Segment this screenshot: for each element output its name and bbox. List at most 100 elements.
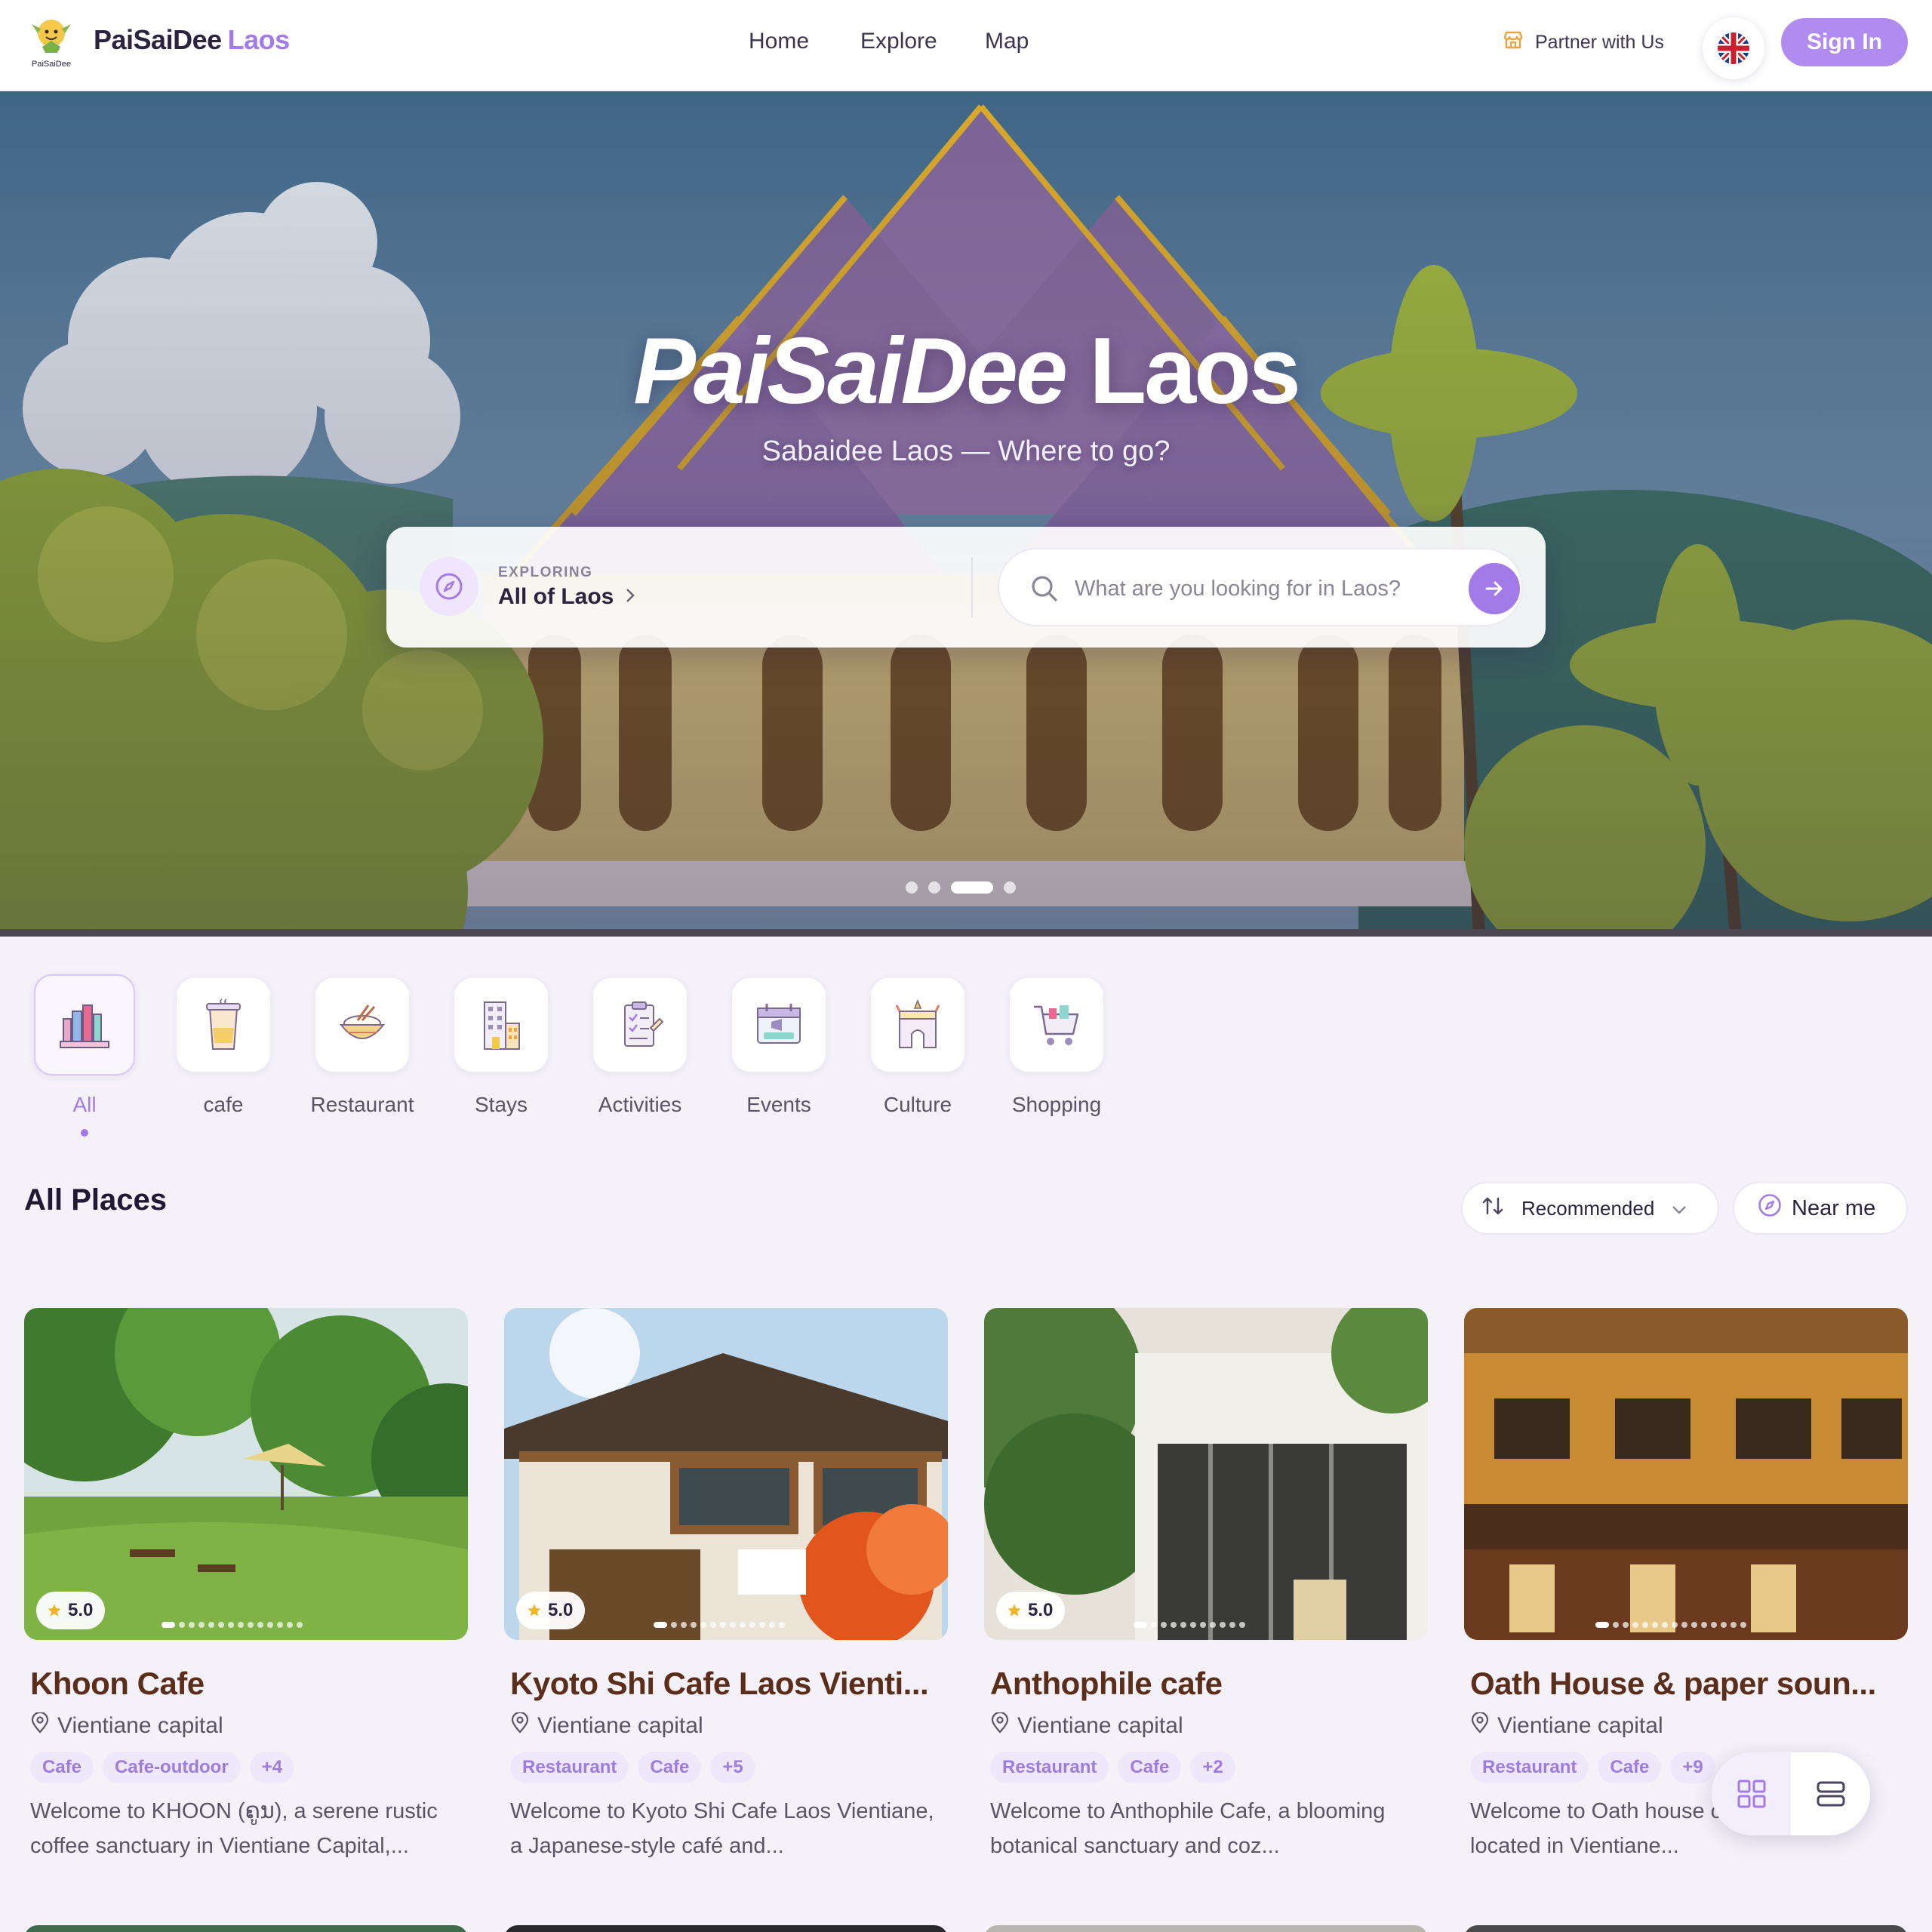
- image-dots: [162, 1622, 303, 1628]
- category-icon-box: [34, 974, 135, 1075]
- tag-more[interactable]: +5: [710, 1752, 755, 1783]
- location-value: All of Laos: [498, 584, 614, 609]
- near-me-button[interactable]: Near me: [1733, 1182, 1908, 1235]
- place-location: Vientiane capital: [510, 1711, 948, 1740]
- carousel-dot[interactable]: [928, 881, 940, 894]
- rating-value: 5.0: [68, 1600, 94, 1620]
- place-title[interactable]: Anthophile cafe: [990, 1666, 1422, 1702]
- category-stays[interactable]: Stays: [454, 978, 548, 1117]
- location-text: Vientiane capital: [1497, 1713, 1663, 1738]
- place-card-next-row: [1464, 1925, 1908, 1932]
- tag[interactable]: Cafe: [30, 1752, 94, 1783]
- exploring-label: EXPLORING: [498, 565, 593, 580]
- nav-home[interactable]: Home: [749, 29, 809, 54]
- carousel-dots: [906, 881, 1016, 894]
- location-selector[interactable]: All of Laos: [498, 584, 636, 610]
- list-view-button[interactable]: [1791, 1752, 1870, 1835]
- image-dots: [654, 1622, 785, 1628]
- category-events[interactable]: Events: [732, 978, 826, 1117]
- brand-main: PaiSaiDee: [94, 24, 222, 55]
- place-card-next-row: [504, 1925, 948, 1932]
- sort-dropdown[interactable]: Recommended: [1461, 1182, 1719, 1235]
- rating-value: 5.0: [548, 1600, 574, 1620]
- store-icon: [1502, 29, 1524, 57]
- place-photo: [24, 1308, 468, 1640]
- grid-view-button[interactable]: [1712, 1752, 1791, 1835]
- map-pin-icon: [30, 1711, 50, 1740]
- tag[interactable]: Cafe: [1118, 1752, 1182, 1783]
- map-pin-icon: [510, 1711, 530, 1740]
- books-icon: [60, 1004, 109, 1048]
- category-icon-box: [454, 978, 548, 1072]
- divider: [971, 557, 973, 617]
- tag-more[interactable]: +2: [1190, 1752, 1235, 1783]
- tag-more[interactable]: +4: [249, 1752, 295, 1783]
- search-input[interactable]: [1075, 572, 1437, 605]
- tag[interactable]: Cafe-outdoor: [103, 1752, 241, 1783]
- place-image-carousel[interactable]: 5.0: [504, 1308, 948, 1640]
- tag[interactable]: Restaurant: [990, 1752, 1109, 1783]
- rating-badge: 5.0: [516, 1592, 586, 1629]
- category-cafe[interactable]: cafe: [177, 978, 270, 1117]
- hero-banner: PaiSaiDee Laos Sabaidee Laos — Where to …: [0, 91, 1932, 937]
- tag[interactable]: Restaurant: [1470, 1752, 1589, 1783]
- brand-accent: Laos: [227, 24, 291, 55]
- category-label: Activities: [598, 1093, 682, 1116]
- shopping-cart-icon: [1034, 1005, 1079, 1045]
- search-submit-button[interactable]: [1469, 563, 1520, 614]
- star-icon: [47, 1603, 62, 1618]
- carousel-dot[interactable]: [906, 881, 918, 894]
- place-card[interactable]: 5.0 Kyoto Shi Cafe Laos Vienti... Vienti…: [504, 1308, 948, 1863]
- carousel-dot[interactable]: [1004, 881, 1016, 894]
- brand-name[interactable]: PaiSaiDee Laos: [94, 24, 290, 56]
- place-image-carousel[interactable]: [1464, 1308, 1908, 1640]
- tag[interactable]: Restaurant: [510, 1752, 629, 1783]
- category-icon-box: [732, 978, 826, 1072]
- category-icon-box: [177, 978, 270, 1072]
- place-description: Welcome to KHOON (ຄູນ), a serene rustic …: [30, 1799, 438, 1858]
- rating-badge: 5.0: [996, 1592, 1066, 1629]
- category-icon-box: [1010, 978, 1103, 1072]
- hero-title-main: PaiSaiDee: [633, 319, 1068, 423]
- category-label: cafe: [203, 1093, 244, 1116]
- location-text: Vientiane capital: [57, 1713, 223, 1738]
- language-switcher[interactable]: [1703, 17, 1764, 79]
- place-card[interactable]: 5.0 Anthophile cafe Vientiane capital Re…: [984, 1308, 1428, 1863]
- active-indicator: [81, 1129, 88, 1137]
- partner-with-us-link[interactable]: Partner with Us: [1502, 29, 1664, 57]
- star-icon: [527, 1603, 542, 1618]
- nav-map[interactable]: Map: [985, 29, 1029, 54]
- tag-more[interactable]: +9: [1670, 1752, 1715, 1783]
- compass-icon[interactable]: [420, 557, 478, 616]
- carousel-dot-active[interactable]: [951, 881, 993, 894]
- place-title[interactable]: Oath House & paper soun...: [1470, 1666, 1902, 1702]
- place-title[interactable]: Kyoto Shi Cafe Laos Vienti...: [510, 1666, 942, 1702]
- rating-badge: 5.0: [36, 1592, 106, 1629]
- place-image-carousel[interactable]: 5.0: [984, 1308, 1428, 1640]
- logo[interactable]: PaiSaiDee: [27, 14, 75, 71]
- rice-bowl-icon: [339, 1004, 386, 1039]
- search-box: [998, 548, 1523, 626]
- category-activities[interactable]: Activities: [593, 978, 687, 1117]
- logo-caption: PaiSaiDee: [32, 60, 71, 69]
- category-culture[interactable]: Culture: [871, 978, 964, 1117]
- category-label: Events: [746, 1093, 811, 1116]
- nav-explore[interactable]: Explore: [860, 29, 937, 54]
- hero-search-panel: EXPLORING All of Laos: [386, 527, 1546, 648]
- tag[interactable]: Cafe: [1598, 1752, 1662, 1783]
- category-icon-box: [593, 978, 687, 1072]
- category-label: All: [72, 1093, 97, 1116]
- tag-list: Cafe Cafe-outdoor +4: [30, 1752, 468, 1783]
- category-restaurant[interactable]: Restaurant: [311, 978, 414, 1117]
- tag[interactable]: Cafe: [638, 1752, 702, 1783]
- location-text: Vientiane capital: [537, 1713, 703, 1738]
- place-card-next-row: [24, 1925, 468, 1932]
- image-dots: [1595, 1622, 1746, 1628]
- place-title[interactable]: Khoon Cafe: [30, 1666, 462, 1702]
- hero-title-accent: Laos: [1089, 319, 1300, 423]
- category-shopping[interactable]: Shopping: [1010, 978, 1103, 1117]
- category-all[interactable]: All: [34, 974, 135, 1137]
- sign-in-button[interactable]: Sign In: [1781, 18, 1908, 66]
- place-card[interactable]: 5.0 Khoon Cafe Vientiane capital Cafe Ca…: [24, 1308, 468, 1863]
- place-image-carousel[interactable]: 5.0: [24, 1308, 468, 1640]
